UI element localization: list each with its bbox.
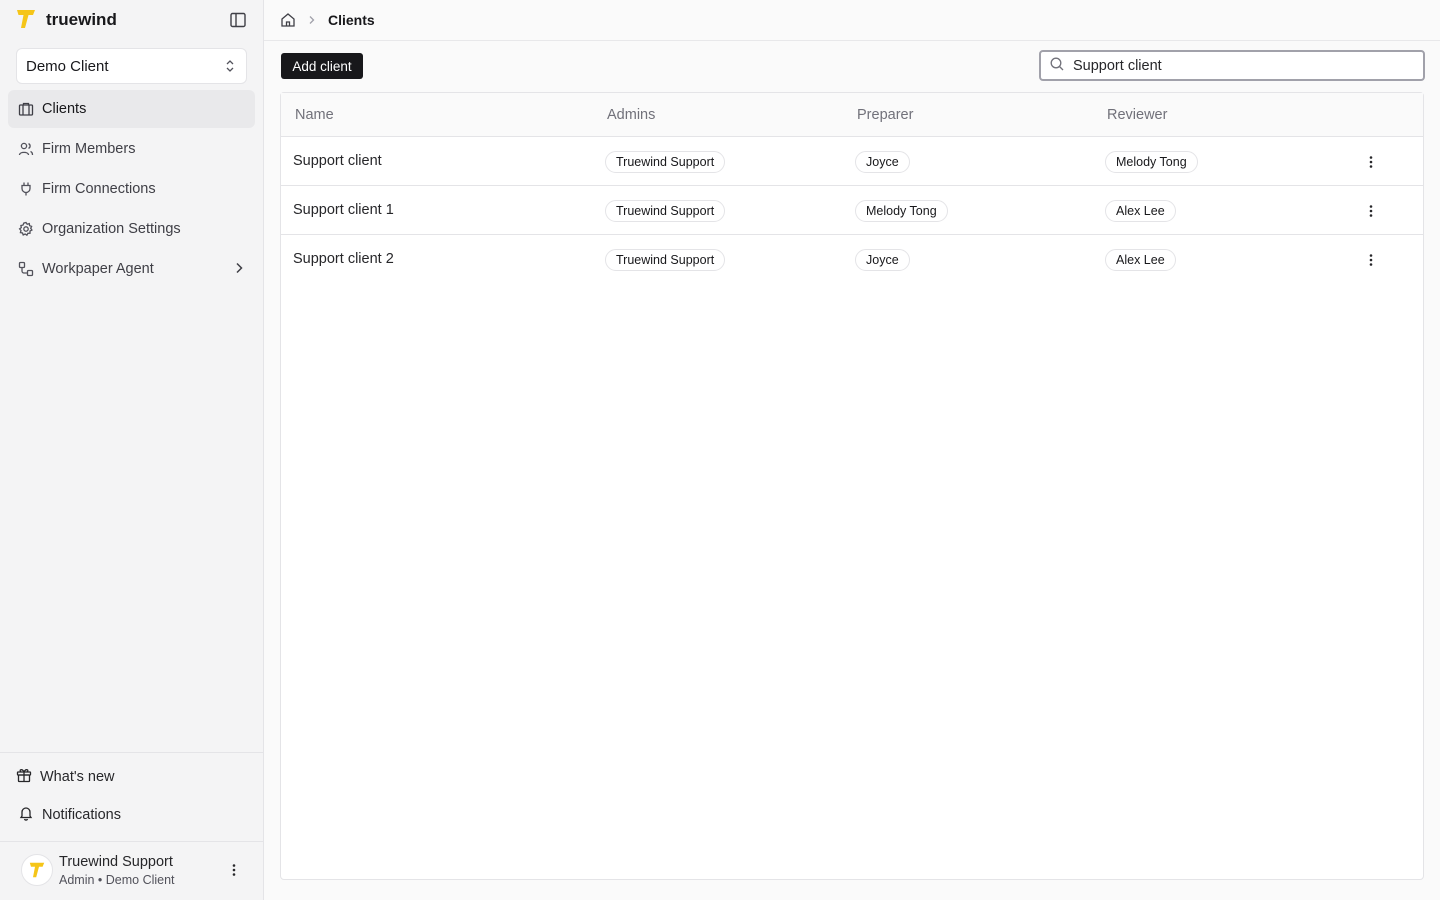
reviewer-badge: Alex Lee [1105,200,1176,222]
more-vertical-icon[interactable] [226,862,242,878]
admin-badge: Truewind Support [605,200,726,222]
sidebar-item-label: Workpaper Agent [42,261,154,277]
preparer-badge: Joyce [855,249,910,271]
column-header-admins[interactable]: Admins [607,107,655,123]
preparer-badge: Joyce [855,151,910,173]
admin-badge: Truewind Support [605,249,726,271]
preparer-badge: Melody Tong [855,200,948,222]
sidebar-item-organization-settings[interactable]: Organization Settings [8,210,255,248]
user-profile: Truewind Support Admin • Demo Client [0,841,263,900]
notifications-link[interactable]: Notifications [18,803,121,827]
row-actions-icon[interactable] [1363,252,1379,268]
header-divider [264,40,1440,41]
reviewer-badge: Melody Tong [1105,151,1198,173]
sidebar-footer-divider [0,752,263,753]
table-row[interactable]: Support client 2 Truewind Support Joyce … [281,235,1423,284]
sidebar-item-label: Clients [42,101,87,117]
admin-badge: Truewind Support [605,151,726,173]
row-actions-icon[interactable] [1363,154,1379,170]
breadcrumb-current: Clients [328,12,375,28]
workflow-icon [18,261,34,277]
client-selector-value: Demo Client [26,57,109,75]
table-header: Name Admins Preparer Reviewer [281,93,1423,137]
notifications-label: Notifications [42,807,121,823]
chevron-right-icon [235,262,243,278]
clients-table: Name Admins Preparer Reviewer Support cl… [280,92,1424,880]
main-content: Clients Add client Name Admins Preparer … [264,0,1440,900]
client-name[interactable]: Support client [293,153,382,169]
sidebar-item-firm-connections[interactable]: Firm Connections [8,170,255,208]
avatar[interactable] [21,854,53,886]
search-input[interactable] [1073,57,1393,74]
column-header-reviewer[interactable]: Reviewer [1107,107,1167,123]
gear-icon [18,221,34,237]
column-header-preparer[interactable]: Preparer [857,107,913,123]
sidebar: truewind Demo Client Clients Firm Member… [0,0,264,900]
user-role: Admin • Demo Client [59,873,175,887]
user-name: Truewind Support [59,854,173,870]
sidebar-item-workpaper-agent[interactable]: Workpaper Agent [8,250,255,288]
chevron-right-icon [308,12,316,28]
column-header-name[interactable]: Name [295,107,334,123]
breadcrumb: Clients [280,10,375,30]
reviewer-badge: Alex Lee [1105,249,1176,271]
brand-name: truewind [46,10,117,29]
sidebar-item-label: Organization Settings [42,221,181,237]
table-row[interactable]: Support client 1 Truewind Support Melody… [281,186,1423,235]
sidebar-item-label: Firm Members [42,141,136,157]
sidebar-item-clients[interactable]: Clients [8,90,255,128]
bell-icon [18,805,34,825]
client-selector[interactable]: Demo Client [16,48,247,84]
sidebar-toggle-icon[interactable] [229,11,247,29]
sidebar-nav: Clients Firm Members Firm Connections Or… [8,90,255,290]
client-name[interactable]: Support client 1 [293,202,394,218]
client-name[interactable]: Support client 2 [293,251,394,267]
row-actions-icon[interactable] [1363,203,1379,219]
whats-new-label: What's new [40,769,115,785]
search-box[interactable] [1039,50,1425,81]
search-icon [1049,56,1065,75]
add-client-button[interactable]: Add client [281,53,363,79]
whats-new-link[interactable]: What's new [16,765,115,789]
truewind-logo-icon [16,8,36,33]
gift-icon [16,767,32,787]
table-row[interactable]: Support client Truewind Support Joyce Me… [281,137,1423,186]
brand[interactable]: truewind [16,8,117,32]
chevrons-up-down-icon [224,59,236,77]
sidebar-item-firm-members[interactable]: Firm Members [8,130,255,168]
users-icon [18,141,34,157]
briefcase-icon [18,101,34,117]
home-icon[interactable] [280,12,296,28]
plug-icon [18,181,34,197]
sidebar-item-label: Firm Connections [42,181,156,197]
